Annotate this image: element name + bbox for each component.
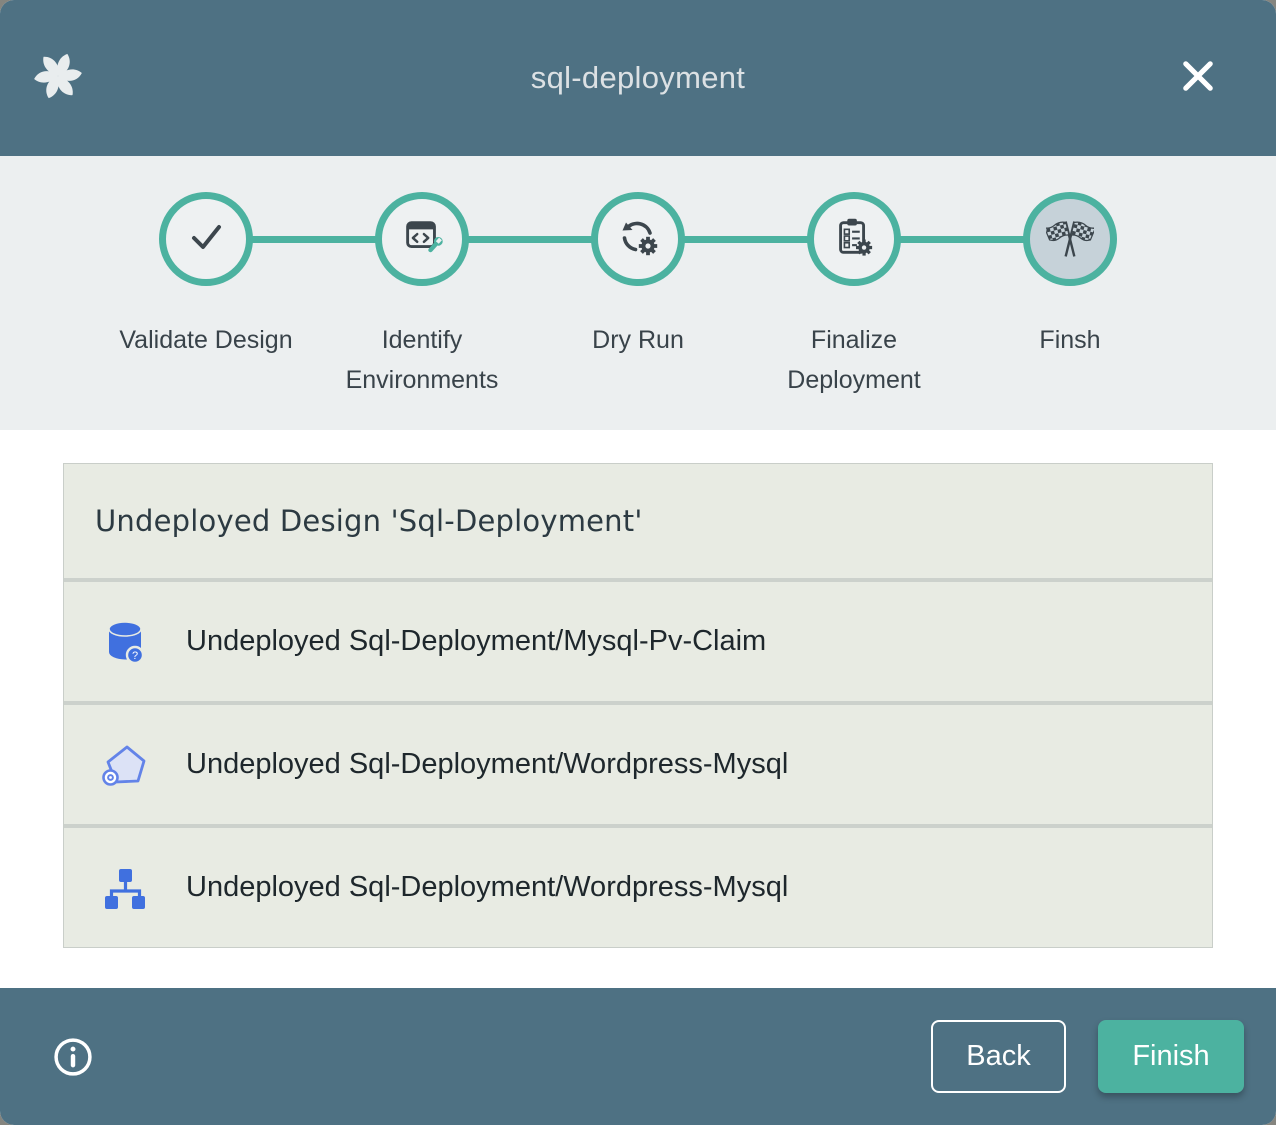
status-row-wordpress-mysql-service: Undeployed Sql-Deployment/Wordpress-Mysq… bbox=[64, 705, 1212, 828]
step-circle bbox=[591, 192, 685, 286]
org-tree-icon bbox=[101, 864, 149, 912]
wizard-stepper: Validate Design bbox=[0, 156, 1276, 430]
pinwheel-logo-icon bbox=[30, 48, 86, 104]
step-finalize-deployment: Finalize Deployment bbox=[746, 192, 962, 400]
step-label: Dry Run bbox=[592, 320, 684, 360]
close-icon bbox=[1176, 86, 1220, 101]
step-circle-current bbox=[1023, 192, 1117, 286]
step-identify-environments: Identify Environments bbox=[314, 192, 530, 400]
status-text: Undeployed Design 'Sql-Deployment' bbox=[95, 504, 643, 538]
step-finish: Finsh bbox=[962, 192, 1178, 400]
step-label: Finalize Deployment bbox=[752, 320, 957, 400]
status-row-wordpress-mysql-tree: Undeployed Sql-Deployment/Wordpress-Mysq… bbox=[64, 828, 1212, 947]
dialog-header: sql-deployment bbox=[0, 0, 1276, 156]
deployment-status-area: Undeployed Design 'Sql-Deployment' ? Und… bbox=[0, 430, 1276, 988]
database-question-icon: ? bbox=[101, 618, 149, 666]
status-row-mysql-pv-claim: ? Undeployed Sql-Deployment/Mysql-Pv-Cla… bbox=[64, 582, 1212, 705]
step-label: Finsh bbox=[1039, 320, 1100, 360]
clipboard-gear-icon bbox=[831, 214, 877, 265]
step-circle bbox=[807, 192, 901, 286]
step-label: Identify Environments bbox=[320, 320, 525, 400]
sql-deployment-dialog: sql-deployment bbox=[0, 0, 1276, 1125]
status-row-design: Undeployed Design 'Sql-Deployment' bbox=[64, 464, 1212, 582]
pentagon-badge-icon bbox=[101, 741, 149, 789]
dialog-footer: Back Finish bbox=[0, 988, 1276, 1125]
step-label: Validate Design bbox=[119, 320, 292, 360]
step-dry-run: Dry Run bbox=[530, 192, 746, 400]
svg-text:?: ? bbox=[132, 650, 138, 662]
status-text: Undeployed Sql-Deployment/Wordpress-Mysq… bbox=[186, 871, 788, 904]
info-button[interactable] bbox=[52, 1036, 94, 1078]
close-button[interactable] bbox=[1176, 54, 1220, 98]
dialog-title: sql-deployment bbox=[0, 60, 1276, 96]
finish-button[interactable]: Finish bbox=[1098, 1020, 1244, 1093]
refresh-gear-icon bbox=[614, 213, 662, 266]
back-button[interactable]: Back bbox=[931, 1020, 1066, 1093]
code-window-wrench-icon bbox=[399, 214, 445, 265]
step-circle bbox=[159, 192, 253, 286]
status-text: Undeployed Sql-Deployment/Wordpress-Mysq… bbox=[186, 748, 788, 781]
step-circle bbox=[375, 192, 469, 286]
info-icon bbox=[52, 1066, 94, 1081]
checkmark-icon bbox=[182, 213, 230, 266]
step-validate-design: Validate Design bbox=[98, 192, 314, 400]
checkered-flags-icon bbox=[1046, 213, 1094, 266]
status-list-panel: Undeployed Design 'Sql-Deployment' ? Und… bbox=[63, 463, 1213, 948]
status-text: Undeployed Sql-Deployment/Mysql-Pv-Claim bbox=[186, 625, 766, 658]
